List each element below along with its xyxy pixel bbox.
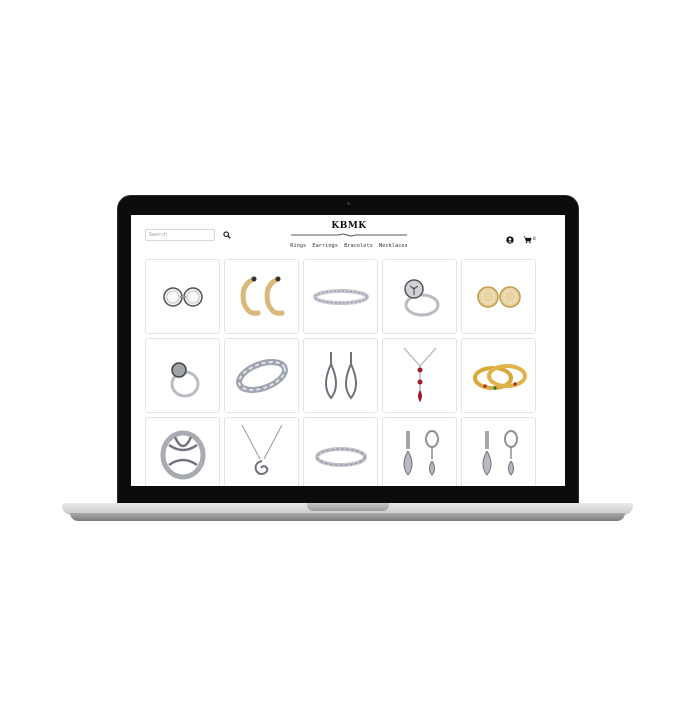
- product-grid: [145, 259, 537, 486]
- cart-count-badge: 0: [533, 237, 536, 242]
- puzzle-ring-icon: [160, 430, 205, 479]
- pave-drop-earrings-icon: [482, 429, 518, 476]
- laptop-mockup: Search KBMK Rings Earrings Bracelets Nec…: [0, 0, 696, 720]
- product-card[interactable]: [303, 338, 378, 413]
- product-card[interactable]: [461, 338, 536, 413]
- tennis-bracelet-icon: [312, 288, 369, 305]
- ruby-drop-necklace-icon: [403, 347, 436, 402]
- product-card[interactable]: [145, 417, 220, 486]
- product-card[interactable]: [382, 417, 457, 486]
- website-screen: Search KBMK Rings Earrings Bracelets Nec…: [131, 215, 565, 486]
- product-card[interactable]: [461, 259, 536, 334]
- site-logo[interactable]: KBMK: [291, 221, 407, 241]
- search-icon[interactable]: [223, 231, 231, 239]
- logo-text: KBMK: [331, 221, 367, 231]
- user-account-icon[interactable]: [506, 236, 514, 244]
- logo-flourish: [291, 233, 407, 237]
- product-card[interactable]: [303, 417, 378, 486]
- pearl-stud-earrings-icon: [162, 286, 203, 307]
- category-nav: Rings Earrings Bracelets Necklaces: [277, 243, 421, 249]
- crystal-bangle-icon: [314, 446, 367, 467]
- product-card[interactable]: [461, 417, 536, 486]
- laptop-opening-notch: [307, 503, 389, 511]
- nav-rings[interactable]: Rings: [290, 243, 306, 249]
- laptop-base-bottom: [70, 513, 625, 521]
- swirl-pendant-necklace-icon: [241, 424, 282, 475]
- product-card[interactable]: [303, 259, 378, 334]
- pave-drop-earrings-icon: [403, 429, 439, 476]
- nav-earrings[interactable]: Earrings: [312, 243, 338, 249]
- gold-gem-bangles-icon: [472, 363, 527, 390]
- product-card[interactable]: [145, 259, 220, 334]
- shopping-cart-icon[interactable]: [523, 236, 532, 244]
- teardrop-drop-earrings-icon: [324, 351, 357, 400]
- silver-bracelet-icon: [235, 358, 288, 393]
- search-input[interactable]: Search: [145, 229, 215, 241]
- gold-hook-earrings-icon: [240, 276, 284, 316]
- product-card[interactable]: [224, 259, 299, 334]
- tree-of-life-ring-icon: [403, 278, 439, 316]
- nav-bracelets[interactable]: Bracelets: [344, 243, 373, 249]
- product-card[interactable]: [145, 338, 220, 413]
- nav-necklaces[interactable]: Necklaces: [379, 243, 408, 249]
- tree-ring-icon: [170, 361, 199, 397]
- product-card[interactable]: [382, 259, 457, 334]
- product-card[interactable]: [382, 338, 457, 413]
- product-card[interactable]: [224, 338, 299, 413]
- product-card[interactable]: [224, 417, 299, 486]
- webcam: [347, 202, 350, 205]
- gold-cluster-stud-earrings-icon: [476, 285, 521, 308]
